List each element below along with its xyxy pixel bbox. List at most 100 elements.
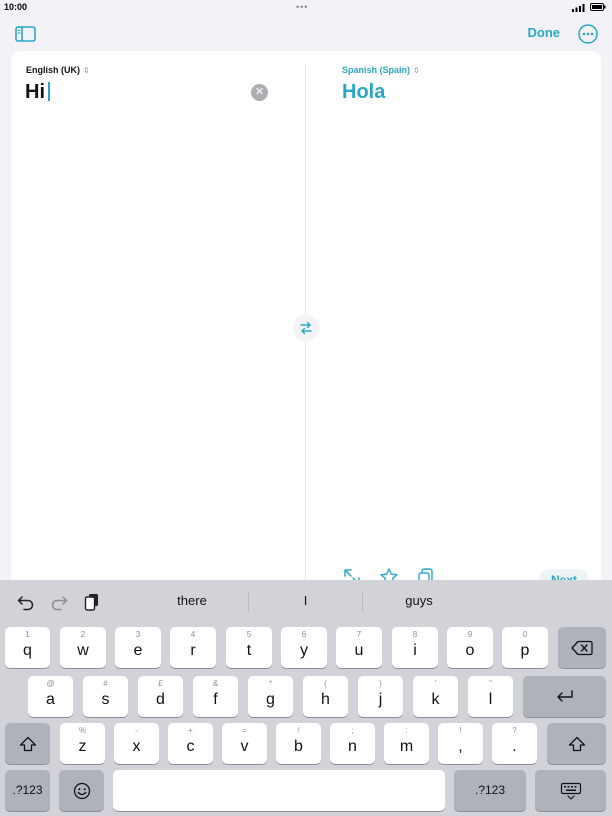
done-button[interactable]: Done xyxy=(528,25,561,40)
status-bar: 10:00 ••• xyxy=(0,0,612,16)
key-alt-label: 8 xyxy=(412,630,418,639)
key-p[interactable]: 0p xyxy=(502,627,548,668)
key-c[interactable]: + c xyxy=(168,723,213,764)
key-h[interactable]: (h xyxy=(303,676,348,717)
key-label: q xyxy=(23,642,32,659)
shift-key-left[interactable] xyxy=(5,723,50,764)
emoji-key[interactable] xyxy=(59,770,104,811)
source-language-label: English (UK) xyxy=(26,65,80,75)
key-q[interactable]: 1q xyxy=(5,627,50,668)
key-label: .?123 xyxy=(474,783,506,797)
key-v[interactable]: = v xyxy=(222,723,267,764)
key-alt-label: ' xyxy=(434,679,437,688)
key-i[interactable]: 8i xyxy=(392,627,438,668)
translated-text: Hola xyxy=(342,81,386,103)
chevron-updown-icon: ⇕ xyxy=(83,66,90,75)
key-k[interactable]: ' k xyxy=(413,676,458,717)
redo-icon[interactable] xyxy=(49,592,69,612)
return-key[interactable] xyxy=(523,676,606,717)
key-f[interactable]: & f xyxy=(193,676,238,717)
key-label: d xyxy=(156,691,165,708)
text-cursor xyxy=(48,82,50,101)
key-alt-label: ) xyxy=(379,679,382,688)
key-alt-label: * xyxy=(268,679,273,688)
translation-card: English (UK) ⇕ Hi ✕ Spanish (Spain) ⇕ Hola… xyxy=(11,51,601,591)
key-label: b xyxy=(294,738,303,755)
key-label: t xyxy=(246,642,252,659)
source-text-input[interactable]: Hi xyxy=(25,81,50,104)
top-toolbar: Done xyxy=(0,18,612,50)
suggestion-3[interactable]: guys xyxy=(363,580,475,624)
undo-icon[interactable] xyxy=(16,592,36,612)
key-l[interactable]: " l xyxy=(468,676,513,717)
key-alt-label: ! xyxy=(459,726,462,735)
key-question[interactable]: ?. xyxy=(492,723,537,764)
key-alt-label: : xyxy=(405,726,408,735)
key-exclamation[interactable]: !, xyxy=(438,723,483,764)
sidebar-toggle-icon[interactable] xyxy=(14,24,38,44)
key-z[interactable]: % z xyxy=(60,723,105,764)
key-label: .?123 xyxy=(12,783,43,797)
key-e[interactable]: 3e xyxy=(115,627,161,668)
key-label: w xyxy=(77,642,89,659)
multitasking-dots[interactable]: ••• xyxy=(296,2,308,12)
dismiss-keyboard-key[interactable] xyxy=(535,770,606,811)
key-alt-label: ? xyxy=(512,726,517,735)
key-alt-label: - xyxy=(135,726,138,735)
key-y[interactable]: 6y xyxy=(281,627,327,668)
key-b[interactable]: / b xyxy=(276,723,321,764)
key-label: . xyxy=(512,738,517,755)
key-label: k xyxy=(431,691,440,708)
key-label: c xyxy=(186,738,195,755)
key-a[interactable]: @ a xyxy=(28,676,73,717)
key-alt-label: 7 xyxy=(356,630,362,639)
numbers-key-right[interactable]: .?123 xyxy=(454,770,526,811)
target-language-selector[interactable]: Spanish (Spain) ⇕ xyxy=(342,65,420,75)
key-t[interactable]: 5t xyxy=(226,627,272,668)
key-w[interactable]: 2w xyxy=(60,627,106,668)
key-r[interactable]: 4r xyxy=(170,627,216,668)
status-time: 10:00 xyxy=(4,2,28,12)
key-alt-label: 9 xyxy=(467,630,473,639)
key-j[interactable]: ) j xyxy=(358,676,403,717)
key-label: p xyxy=(520,642,530,659)
key-u[interactable]: 7u xyxy=(336,627,382,668)
key-alt-label: 1 xyxy=(25,630,30,639)
key-g[interactable]: * g xyxy=(248,676,293,717)
shift-key-right[interactable] xyxy=(547,723,606,764)
key-m[interactable]: :m xyxy=(384,723,429,764)
key-o[interactable]: 9o xyxy=(447,627,493,668)
key-s[interactable]: # s xyxy=(83,676,128,717)
key-alt-label: 3 xyxy=(135,630,141,639)
clear-text-button[interactable]: ✕ xyxy=(251,84,268,101)
backspace-key[interactable] xyxy=(558,627,606,668)
key-n[interactable]: ; n xyxy=(330,723,375,764)
key-label: j xyxy=(378,691,383,708)
key-label: i xyxy=(413,642,417,659)
key-d[interactable]: £ d xyxy=(138,676,183,717)
swap-languages-icon[interactable] xyxy=(293,315,319,341)
paste-icon[interactable] xyxy=(82,592,102,612)
key-alt-label: 2 xyxy=(80,630,86,639)
return-icon xyxy=(556,689,573,702)
key-label: y xyxy=(300,642,308,659)
key-label: z xyxy=(78,738,87,755)
suggestion-1[interactable]: there xyxy=(136,580,248,624)
numbers-key-left[interactable]: .?123 xyxy=(5,770,50,811)
key-label: e xyxy=(133,642,143,659)
key-label: l xyxy=(488,691,493,708)
key-label: , xyxy=(458,738,463,755)
key-alt-label: & xyxy=(212,679,219,688)
key-x[interactable]: -x xyxy=(114,723,159,764)
key-alt-label: £ xyxy=(158,679,163,688)
more-options-icon[interactable] xyxy=(577,23,599,45)
key-alt-label: ( xyxy=(324,679,327,688)
source-language-selector[interactable]: English (UK) ⇕ xyxy=(26,65,90,75)
delete-backward-icon xyxy=(571,640,593,655)
key-label: g xyxy=(266,691,275,708)
suggestion-2[interactable]: I xyxy=(249,580,362,624)
key-alt-label: % xyxy=(78,726,87,735)
key-alt-label: 4 xyxy=(190,630,196,639)
space-bar[interactable] xyxy=(113,770,445,811)
key-alt-label: + xyxy=(188,726,193,735)
